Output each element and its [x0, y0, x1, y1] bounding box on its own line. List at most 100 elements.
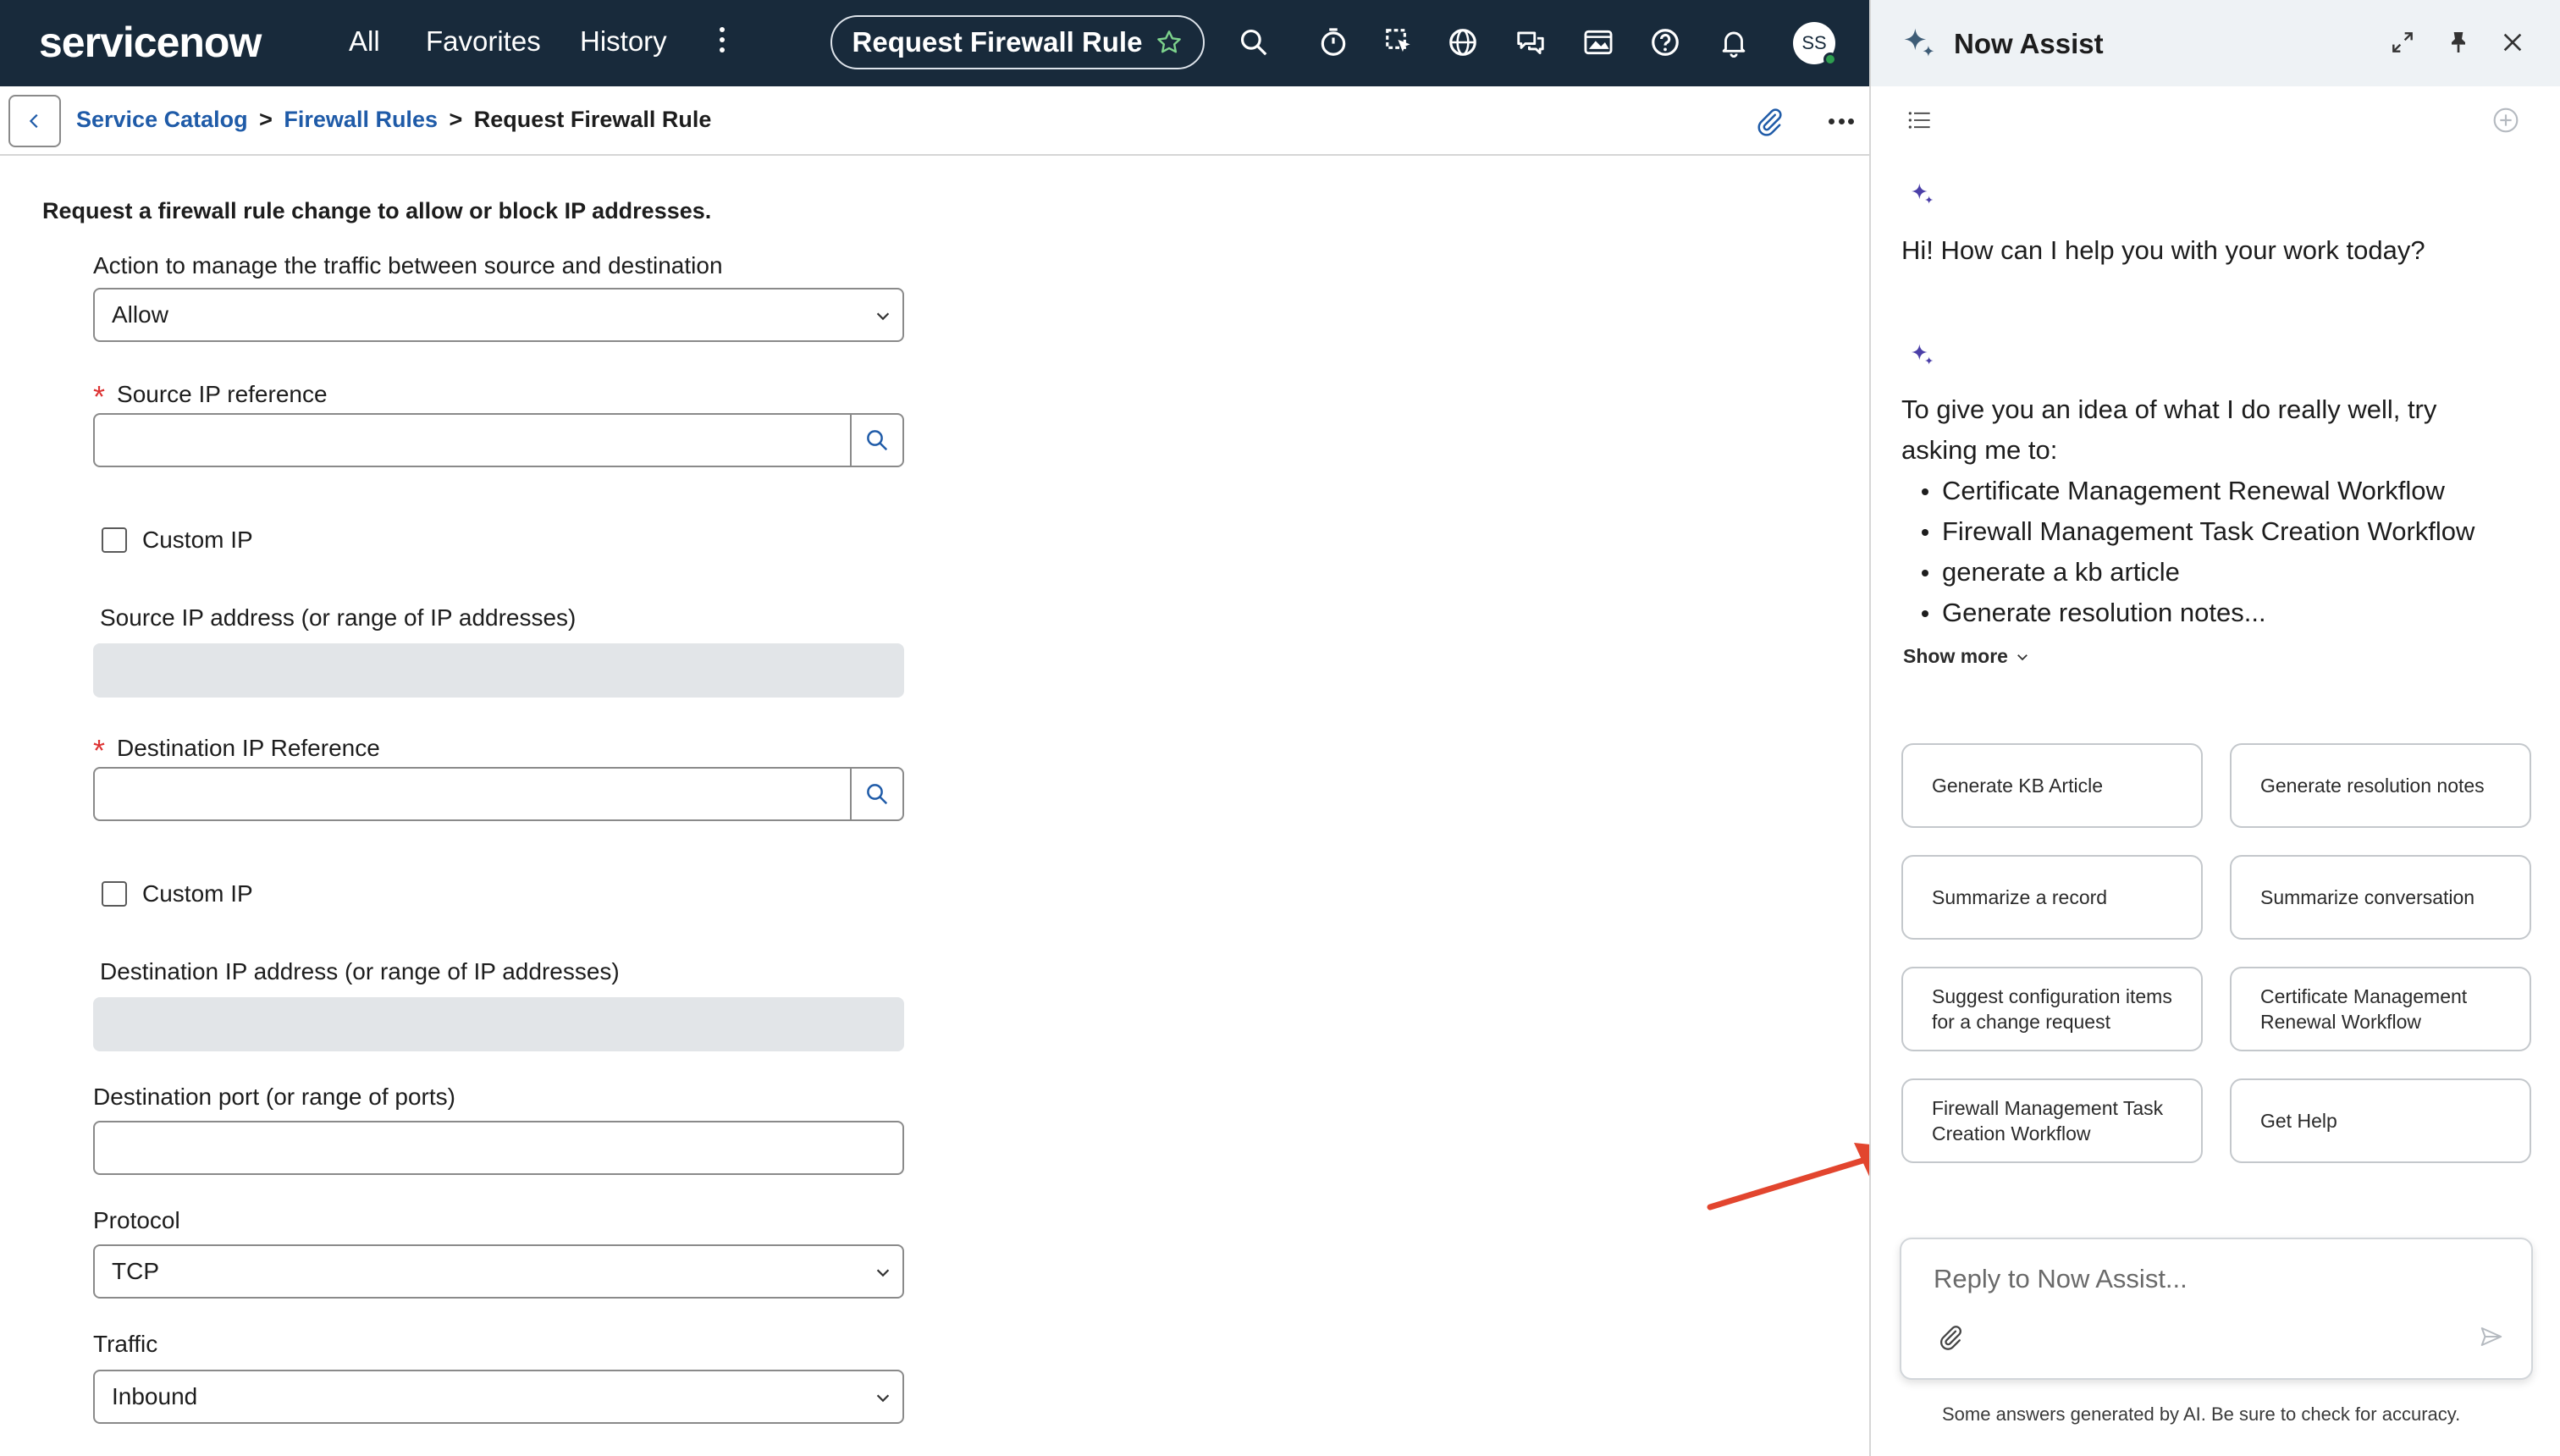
assist-intro-line-1: To give you an idea of what I do really …	[1901, 394, 2437, 424]
reply-composer	[1900, 1238, 2533, 1380]
pin-icon[interactable]	[2445, 29, 2472, 56]
chip-get-help[interactable]: Get Help	[2230, 1078, 2531, 1163]
reply-input[interactable]	[1934, 1258, 2475, 1300]
search-icon	[867, 430, 888, 451]
send-icon[interactable]	[2477, 1324, 2506, 1349]
chevron-left-icon	[29, 113, 38, 129]
traffic-label: Traffic	[93, 1331, 158, 1357]
avatar-initials: SS	[1801, 32, 1827, 53]
show-more-label: Show more	[1903, 645, 2008, 667]
chip-generate-resolution-notes[interactable]: Generate resolution notes	[2230, 743, 2531, 828]
action-select-value: Allow	[112, 301, 168, 328]
source-ip-field	[93, 643, 904, 698]
source-ref-label: Source IP reference	[117, 381, 328, 407]
context-title-pill[interactable]: Request Firewall Rule	[830, 15, 1205, 69]
add-icon[interactable]	[2492, 107, 2519, 134]
required-marker: *	[93, 379, 106, 414]
dest-ref-search-button[interactable]	[850, 769, 902, 819]
image-icon[interactable]	[1582, 26, 1614, 58]
traffic-select[interactable]: Inbound	[93, 1370, 904, 1424]
dest-port-label: Destination port (or range of ports)	[93, 1084, 455, 1110]
suggestion-item: generate a kb article	[1901, 552, 2474, 593]
chip-suggest-configuration-items[interactable]: Suggest configuration items for a change…	[1901, 967, 2203, 1051]
search-icon	[867, 784, 888, 805]
chevron-down-icon	[876, 312, 890, 321]
search-icon[interactable]	[1238, 26, 1270, 58]
chevron-down-icon	[876, 1269, 890, 1277]
nav-history[interactable]: History	[580, 25, 667, 58]
dest-port-input[interactable]	[93, 1121, 904, 1175]
favorite-star-icon[interactable]	[1156, 29, 1183, 56]
help-icon[interactable]	[1649, 26, 1681, 58]
chip-generate-kb-article[interactable]: Generate KB Article	[1901, 743, 2203, 828]
chip-summarize-conversation[interactable]: Summarize conversation	[2230, 855, 2531, 940]
paperclip-icon[interactable]	[1937, 1322, 1964, 1353]
breadcrumb-separator: >	[259, 107, 273, 132]
breadcrumb-current: Request Firewall Rule	[473, 107, 712, 132]
now-assist-header: Now Assist	[1871, 0, 2560, 86]
globe-icon[interactable]	[1447, 26, 1479, 58]
breadcrumb-separator: >	[449, 107, 463, 132]
breadcrumb-firewall-rules[interactable]: Firewall Rules	[284, 107, 438, 132]
source-ref-label-row: * Source IP reference	[93, 374, 328, 414]
more-options-icon[interactable]	[1829, 119, 1854, 127]
paperclip-icon[interactable]	[1754, 105, 1785, 139]
user-avatar[interactable]: SS	[1793, 22, 1837, 66]
breadcrumb-service-catalog[interactable]: Service Catalog	[76, 107, 248, 132]
source-custom-ip-row: Custom IP	[102, 527, 253, 554]
assist-intro-line-2: asking me to:	[1901, 435, 2058, 465]
dest-ip-field	[93, 997, 904, 1051]
sparkle-icon	[1912, 344, 1934, 365]
source-custom-ip-checkbox[interactable]	[102, 527, 127, 553]
show-more-button[interactable]: Show more	[1903, 645, 2030, 668]
dest-ip-label: Destination IP address (or range of IP a…	[100, 958, 620, 984]
logo-text: servicenow	[39, 19, 262, 66]
servicenow-logo[interactable]: servicenow	[39, 17, 262, 68]
dest-ref-label: Destination IP Reference	[117, 735, 380, 761]
dest-custom-ip-row: Custom IP	[102, 880, 253, 907]
chip-certificate-management[interactable]: Certificate Management Renewal Workflow	[2230, 967, 2531, 1051]
more-menu-icon[interactable]	[718, 27, 726, 58]
dest-ref-label-row: * Destination IP Reference	[93, 728, 380, 768]
chip-firewall-management[interactable]: Firewall Management Task Creation Workfl…	[1901, 1078, 2203, 1163]
suggestion-item: Firewall Management Task Creation Workfl…	[1901, 511, 2474, 552]
required-marker: *	[93, 733, 106, 768]
dest-custom-ip-checkbox[interactable]	[102, 881, 127, 907]
dest-custom-ip-label: Custom IP	[142, 880, 253, 907]
source-ref-search-button[interactable]	[850, 415, 902, 466]
action-label: Action to manage the traffic between sou…	[93, 252, 723, 279]
source-custom-ip-label: Custom IP	[142, 527, 253, 553]
list-icon[interactable]	[1908, 110, 1932, 130]
protocol-label: Protocol	[93, 1207, 180, 1233]
bell-icon[interactable]	[1718, 26, 1750, 58]
breadcrumb-bar: Service Catalog > Firewall Rules > Reque…	[0, 86, 1869, 156]
close-icon[interactable]	[2499, 29, 2526, 56]
sparkle-icon	[1904, 28, 1934, 57]
nav-all[interactable]: All	[349, 25, 380, 58]
breadcrumb: Service Catalog > Firewall Rules > Reque…	[76, 107, 711, 133]
nav-favorites[interactable]: Favorites	[426, 25, 541, 58]
chevron-down-icon	[2017, 654, 2028, 660]
dest-ref-lookup[interactable]	[93, 767, 904, 821]
expand-icon[interactable]	[2389, 29, 2416, 56]
chip-summarize-record[interactable]: Summarize a record	[1901, 855, 2203, 940]
back-button[interactable]	[8, 95, 61, 147]
pointer-icon[interactable]	[1383, 26, 1415, 58]
action-select[interactable]: Allow	[93, 288, 904, 342]
top-navigation: servicenow All Favorites History Request…	[0, 0, 1869, 86]
context-title: Request Firewall Rule	[852, 26, 1143, 58]
ai-disclaimer: Some answers generated by AI. Be sure to…	[1942, 1404, 2461, 1425]
suggestion-item: Certificate Management Renewal Workflow	[1901, 471, 2474, 511]
sparkle-icon	[1912, 183, 1934, 204]
suggestion-item: Generate resolution notes...	[1901, 593, 2474, 633]
source-ref-lookup[interactable]	[93, 413, 904, 467]
now-assist-panel: Now Assist Hi! How can I help you with y…	[1869, 0, 2560, 1456]
protocol-select[interactable]: TCP	[93, 1244, 904, 1299]
timer-icon[interactable]	[1317, 26, 1349, 58]
assist-greeting: Hi! How can I help you with your work to…	[1901, 235, 2425, 265]
firewall-request-form: Request a firewall rule change to allow …	[0, 157, 1869, 1456]
protocol-select-value: TCP	[112, 1258, 159, 1284]
now-assist-title: Now Assist	[1954, 28, 2104, 59]
form-intro: Request a firewall rule change to allow …	[42, 198, 712, 223]
chat-icon[interactable]	[1514, 26, 1547, 58]
